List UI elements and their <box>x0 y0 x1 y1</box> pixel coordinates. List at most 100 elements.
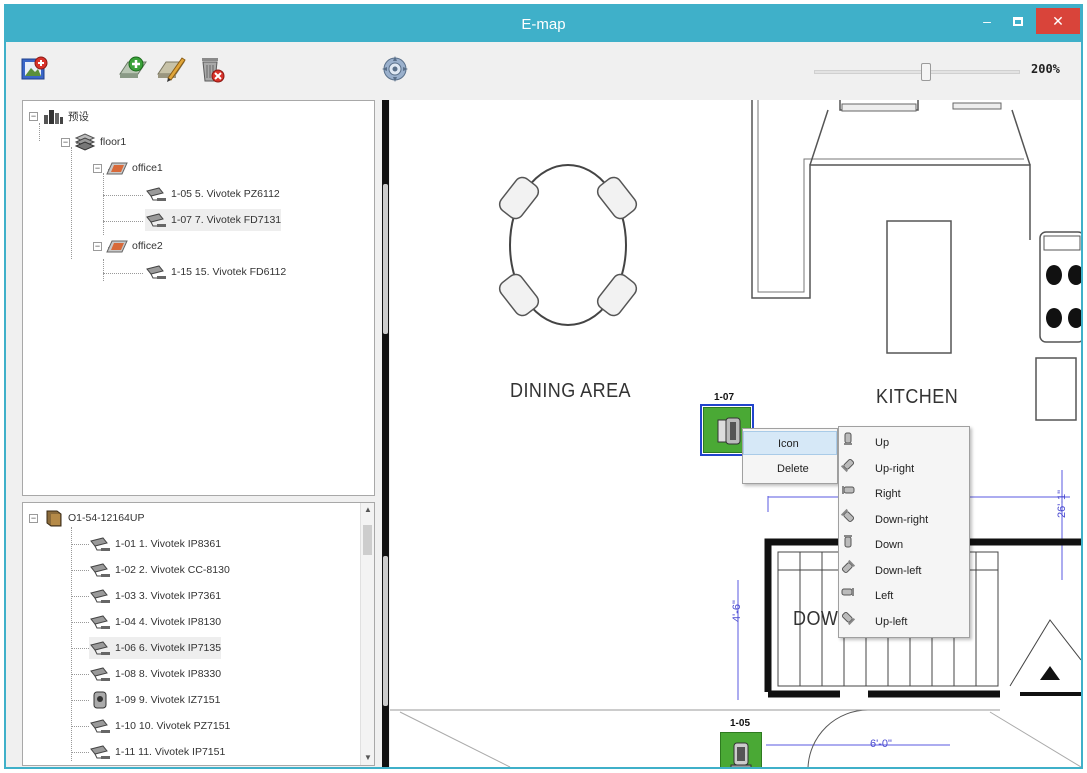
minimize-button[interactable]: – <box>974 8 1000 34</box>
tree-node-camera[interactable]: 1-03 3. Vivotek IP7361 <box>89 585 221 607</box>
camera-icon <box>146 187 166 201</box>
client-area: 200% − 预设 − floor1 − office1 1-05 5. Viv… <box>6 42 1081 767</box>
dimension-bottom: 6'-0" <box>870 738 892 750</box>
add-map-icon[interactable] <box>118 54 148 84</box>
panel-splitter[interactable] <box>382 100 389 767</box>
collapse-toggle[interactable]: − <box>29 111 38 121</box>
context-item-icon[interactable]: Icon <box>743 431 837 455</box>
collapse-toggle[interactable]: − <box>93 163 102 173</box>
open-map-icon[interactable] <box>20 54 50 84</box>
tree-node-nvr[interactable]: − O1-54-12164UP <box>29 507 144 529</box>
delete-map-icon[interactable] <box>196 54 226 84</box>
settings-gear-icon[interactable] <box>380 54 410 84</box>
camera-marker-box[interactable] <box>720 732 762 767</box>
camera-id-label: 1-05 <box>730 718 751 729</box>
collapse-toggle[interactable]: − <box>61 137 70 147</box>
tree-node-camera[interactable]: 1-07 7. Vivotek FD7131 <box>145 209 282 231</box>
camera-down-left-icon <box>841 559 856 573</box>
direction-label: Up-left <box>875 615 908 628</box>
tree-node-floor1[interactable]: − floor1 <box>61 131 126 153</box>
camera-icon <box>90 537 110 551</box>
context-item-delete[interactable]: Delete <box>743 457 837 481</box>
tree-label: office2 <box>132 240 163 252</box>
floor-stack-icon <box>74 133 96 151</box>
dimension-left: 4'-6" <box>730 600 743 622</box>
tree-label: floor1 <box>100 136 127 148</box>
zoom-slider[interactable] <box>814 63 1020 81</box>
tree-node-camera[interactable]: 1-10 10. Vivotek PZ7151 <box>89 715 230 737</box>
tree-node-camera[interactable]: 1-06 6. Vivotek IP7135 <box>89 637 222 659</box>
map-image-icon <box>106 162 128 175</box>
tree-node-camera[interactable]: 1-09 9. Vivotek IZ7151 <box>89 689 220 711</box>
direction-item-up-left[interactable]: Up-left <box>839 610 969 635</box>
camera-up-icon <box>730 742 752 767</box>
tree-label: 1-06 6. Vivotek IP7135 <box>115 642 222 654</box>
device-tree-panel: − O1-54-12164UP 1-01 1. Vivotek IP8361 1-… <box>22 502 375 766</box>
collapse-toggle[interactable]: − <box>93 241 102 251</box>
room-label-down: DOW <box>793 608 839 630</box>
tree-label: 1-02 2. Vivotek CC-8130 <box>115 564 230 576</box>
nvr-server-icon <box>46 510 62 527</box>
tree-node-camera[interactable]: 1-01 1. Vivotek IP8361 <box>89 533 221 555</box>
title-bar[interactable]: E-map – ✕ <box>6 6 1081 42</box>
map-tree-panel: − 预设 − floor1 − office1 1-05 5. Vivotek … <box>22 100 375 496</box>
tree-label: 1-15 15. Vivotek FD6112 <box>171 266 287 278</box>
direction-item-down-right[interactable]: Down-right <box>839 508 969 533</box>
maximize-button[interactable] <box>1004 8 1032 34</box>
tree-node-camera[interactable]: 1-05 5. Vivotek PZ6112 <box>145 183 280 205</box>
room-label-dining: DINING AREA <box>510 380 631 402</box>
camera-marker-1-05[interactable]: 1-05 <box>716 718 776 767</box>
tree-label: 1-09 9. Vivotek IZ7151 <box>115 694 221 706</box>
camera-down-icon <box>844 535 852 548</box>
tree-label: 1-07 7. Vivotek FD7131 <box>171 214 282 226</box>
camera-down-right-icon <box>840 508 855 522</box>
direction-item-down-left[interactable]: Down-left <box>839 559 969 584</box>
tree-node-camera[interactable]: 1-02 2. Vivotek CC-8130 <box>89 559 230 581</box>
scrollbar-thumb[interactable] <box>363 525 372 555</box>
edit-map-icon[interactable] <box>156 54 186 84</box>
direction-item-down[interactable]: Down <box>839 533 969 558</box>
icon-direction-submenu: Up Up-right Right Down-right Down Down-left Le… <box>838 426 970 638</box>
scroll-up-arrow[interactable]: ▲ <box>361 503 374 517</box>
dimension-right: 26'-1" <box>1056 489 1069 519</box>
tree-label: 1-01 1. Vivotek IP8361 <box>115 538 222 550</box>
tree-node-camera[interactable]: 1-11 11. Vivotek IP7151 <box>89 741 225 763</box>
device-tree-scrollbar[interactable]: ▲ ▼ <box>360 503 374 765</box>
direction-item-up[interactable]: Up <box>839 431 969 456</box>
tree-node-camera[interactable]: 1-15 15. Vivotek FD6112 <box>145 261 286 283</box>
camera-right-icon <box>842 486 855 494</box>
direction-item-up-right[interactable]: Up-right <box>839 457 969 482</box>
scroll-down-arrow[interactable]: ▼ <box>361 751 374 765</box>
camera-icon <box>90 589 110 603</box>
camera-up-right-icon <box>840 458 855 472</box>
direction-item-left[interactable]: Left <box>839 584 969 609</box>
tree-node-office1[interactable]: − office1 <box>93 157 163 179</box>
tree-label: 预设 <box>68 110 89 123</box>
tree-node-office2[interactable]: − office2 <box>93 235 163 257</box>
direction-label: Up <box>875 437 890 449</box>
direction-label: Left <box>875 590 894 602</box>
camera-icon <box>90 745 110 759</box>
tree-node-root[interactable]: − 预设 <box>29 105 89 127</box>
zoom-slider-thumb[interactable] <box>920 63 931 81</box>
tree-node-camera[interactable]: 1-04 4. Vivotek IP8130 <box>89 611 221 633</box>
tree-node-camera[interactable]: 1-08 8. Vivotek IP8330 <box>89 663 221 685</box>
tree-label: 1-05 5. Vivotek PZ6112 <box>171 188 280 200</box>
direction-label: Up-right <box>875 462 915 475</box>
toolbar: 200% <box>6 42 1081 100</box>
splitter-grip[interactable] <box>383 556 388 706</box>
direction-label: Down-right <box>875 513 929 526</box>
camera-icon <box>90 667 110 681</box>
collapse-toggle[interactable]: − <box>29 513 38 523</box>
floor-plan-map[interactable]: DINING AREA KITCHEN DOW 4'-6" 6'-0" 26'-… <box>390 100 1081 767</box>
direction-label: Down <box>875 539 904 551</box>
tree-label: 1-11 11. Vivotek IP7151 <box>115 746 226 758</box>
close-button[interactable]: ✕ <box>1036 8 1080 34</box>
camera-icon <box>146 213 166 227</box>
maximize-icon <box>1013 17 1023 26</box>
marker-context-menu: Icon Delete <box>742 428 838 484</box>
splitter-grip[interactable] <box>383 184 388 334</box>
room-label-kitchen: KITCHEN <box>876 386 959 408</box>
direction-item-right[interactable]: Right <box>839 482 969 507</box>
city-map-icon <box>44 110 63 124</box>
